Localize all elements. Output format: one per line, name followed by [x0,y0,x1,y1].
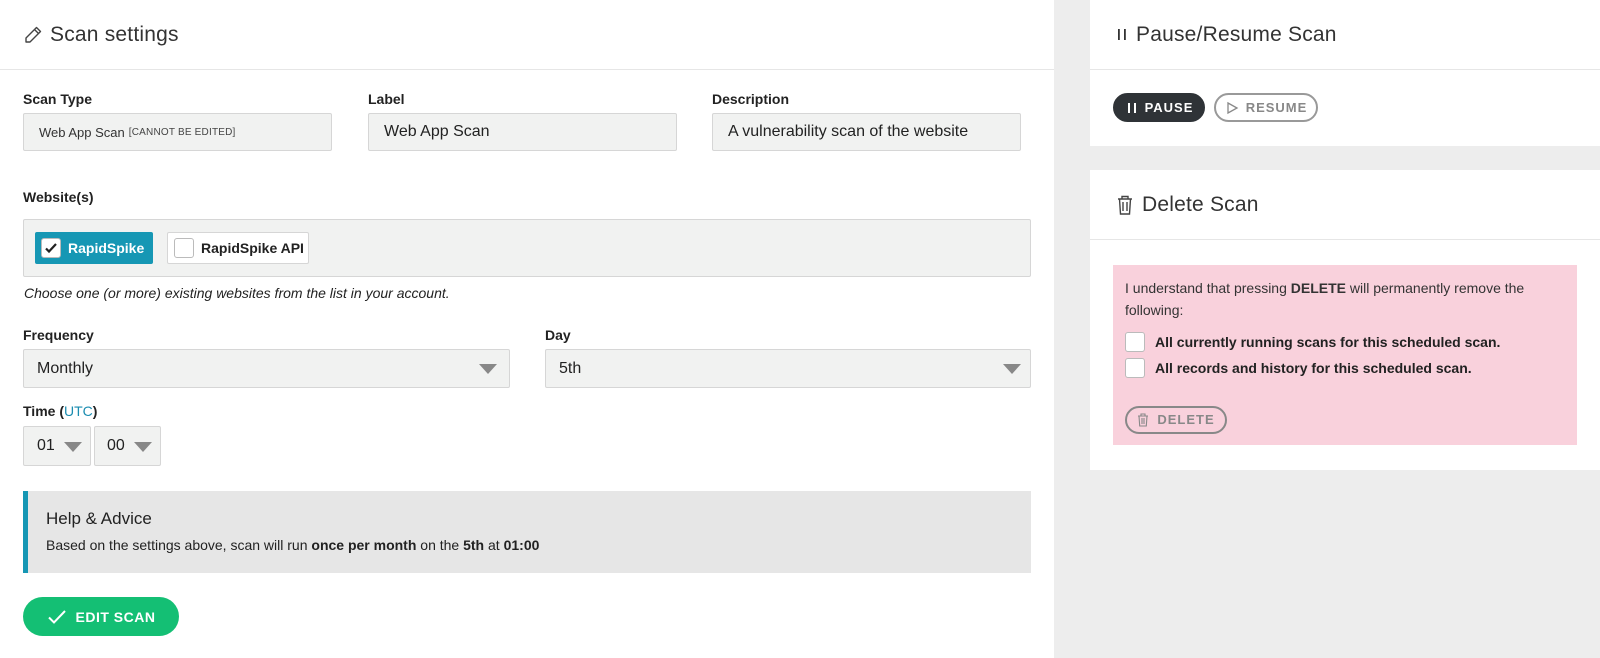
help-time: 01:00 [503,537,540,553]
frequency-label: Frequency [23,327,94,343]
minute-select[interactable]: 00 [94,426,161,466]
frequency-value: Monthly [37,359,94,377]
pause-label: PAUSE [1144,100,1194,115]
checkbox-unchecked[interactable] [1125,332,1145,352]
website-option-rapidspike[interactable]: RapidSpike [35,232,153,264]
check-icon [45,243,57,254]
delete-warning-text: I understand that pressing DELETE will p… [1125,277,1565,321]
time-label-suffix: ) [92,403,98,419]
check-icon [47,609,66,624]
delete-scan-title: Delete Scan [1142,192,1259,216]
checkbox-checked[interactable] [41,238,61,258]
day-value: 5th [559,359,582,377]
help-day: 5th [463,537,485,553]
chevron-down-icon [1003,364,1021,374]
chevron-down-icon [479,364,497,374]
day-label: Day [545,327,571,343]
scan-settings-header: Scan settings [0,0,1054,70]
confirm-item-label: All currently running scans for this sch… [1155,334,1501,350]
scan-type-note: [CANNOT BE EDITED] [128,126,236,138]
checkbox-unchecked[interactable] [174,238,194,258]
help-title: Help & Advice [46,509,152,528]
websites-selector: RapidSpike RapidSpike API [23,219,1031,277]
scan-type-label: Scan Type [23,91,92,107]
time-label: Time (UTC) [23,403,97,419]
play-icon [1227,101,1239,114]
pause-resume-header: Pause/Resume Scan [1090,0,1600,70]
frequency-select[interactable]: Monthly [23,349,510,388]
minute-value: 00 [107,437,125,454]
scan-settings-panel: Scan settings Scan Type Web App Scan [CA… [0,0,1054,658]
website-option-label: RapidSpike [68,240,145,256]
pencil-icon [23,25,43,45]
page-title: Scan settings [50,22,179,46]
websites-hint: Choose one (or more) existing websites f… [24,285,450,301]
help-text-part: on the [416,537,464,553]
scan-type-field: Web App Scan [CANNOT BE EDITED] [23,113,332,151]
checkbox-unchecked[interactable] [1125,358,1145,378]
description-label: Description [712,91,790,107]
description-input[interactable]: A vulnerability scan of the website [712,113,1021,151]
help-frequency: once per month [311,537,417,553]
confirm-item-running-scans[interactable]: All currently running scans for this sch… [1125,331,1565,353]
scan-type-value: Web App Scan [39,124,125,140]
help-text: Based on the settings above, scan will r… [46,537,1031,553]
delete-button[interactable]: DELETE [1125,406,1227,434]
pause-icon [1127,102,1136,113]
label-input-value: Web App Scan [384,123,490,140]
chevron-down-icon [64,442,82,452]
trash-icon [1115,194,1135,216]
edit-scan-button[interactable]: EDIT SCAN [23,597,179,636]
warning-text-part: I understand that pressing [1125,280,1291,296]
day-select[interactable]: 5th [545,349,1031,388]
label-input[interactable]: Web App Scan [368,113,677,151]
warning-keyword: DELETE [1290,280,1347,296]
help-text-part: Based on the settings above, scan will r… [46,537,312,553]
hour-select[interactable]: 01 [23,426,91,466]
delete-scan-header: Delete Scan [1090,170,1600,240]
help-advice-box: Help & Advice Based on the settings abov… [23,491,1031,573]
pause-icon [1115,27,1129,43]
delete-warning-box: I understand that pressing DELETE will p… [1113,265,1577,445]
delete-label: DELETE [1157,412,1215,427]
chevron-down-icon [134,442,152,452]
pause-resume-panel: Pause/Resume Scan PAUSE RESUME [1090,0,1600,146]
edit-scan-label: EDIT SCAN [75,608,156,625]
websites-label: Website(s) [23,189,94,205]
trash-icon [1138,413,1149,427]
delete-scan-panel: Delete Scan I understand that pressing D… [1090,170,1600,470]
resume-button[interactable]: RESUME [1214,93,1318,122]
confirm-item-records-history[interactable]: All records and history for this schedul… [1125,357,1565,379]
utc-link[interactable]: UTC [64,403,93,419]
pause-resume-title: Pause/Resume Scan [1136,22,1337,46]
resume-label: RESUME [1245,100,1308,115]
website-option-rapidspike-api[interactable]: RapidSpike API [167,232,309,264]
pause-button[interactable]: PAUSE [1113,93,1205,122]
website-option-label: RapidSpike API [201,240,304,256]
label-field-label: Label [368,91,405,107]
confirm-item-label: All records and history for this schedul… [1155,360,1472,376]
time-label-prefix: Time ( [23,403,64,419]
help-text-part: at [484,537,504,553]
description-input-value: A vulnerability scan of the website [728,123,969,140]
hour-value: 01 [37,437,55,454]
